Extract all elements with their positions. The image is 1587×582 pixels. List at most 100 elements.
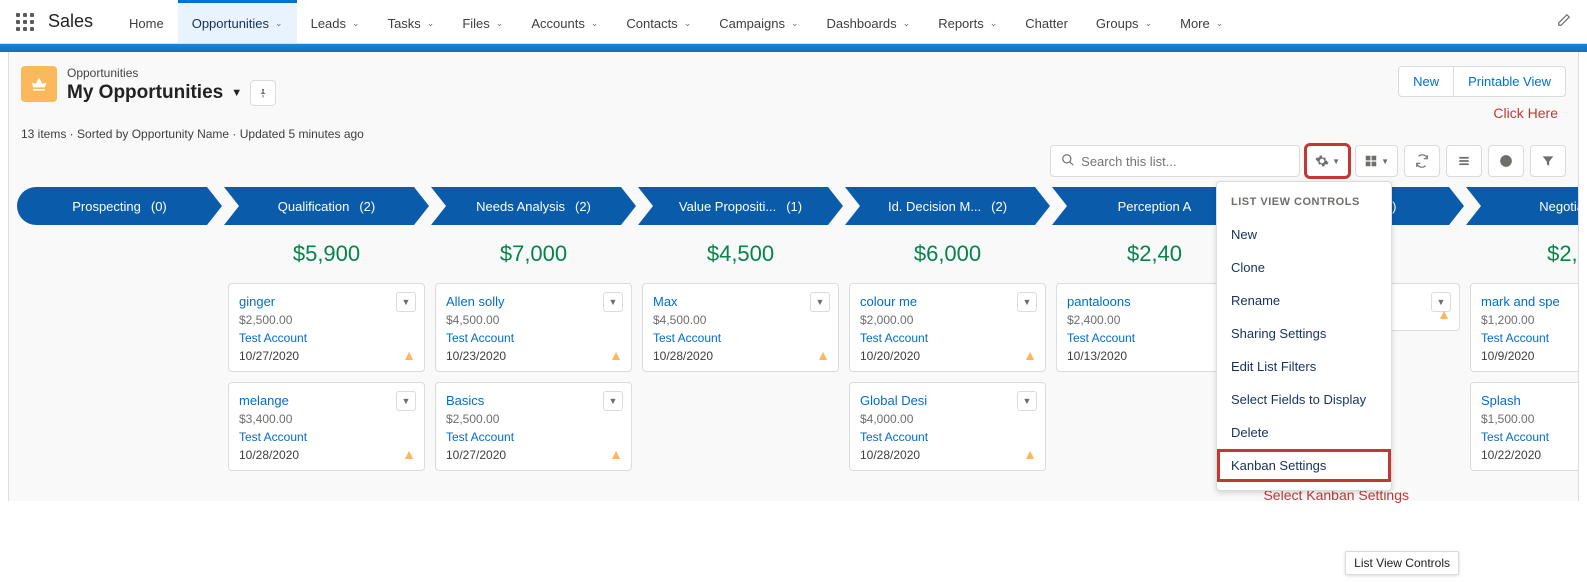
nav-item-files[interactable]: Files⌄ (448, 0, 517, 43)
search-list-input[interactable] (1081, 154, 1289, 169)
nav-item-tasks[interactable]: Tasks⌄ (374, 0, 449, 43)
card-title[interactable]: Basics (446, 393, 621, 408)
list-view-dropdown-icon[interactable]: ▼ (231, 87, 242, 99)
nav-item-opportunities[interactable]: Opportunities⌄ (178, 0, 297, 43)
nav-item-home[interactable]: Home (115, 0, 178, 43)
refresh-icon (1415, 154, 1429, 168)
menu-item-delete[interactable]: Delete (1217, 416, 1391, 449)
card-title[interactable]: Global Desi (860, 393, 1035, 408)
card-account-link[interactable]: Test Account (860, 331, 1035, 345)
card-title[interactable]: Splash (1481, 393, 1579, 408)
tooltip-list-view-controls: List View Controls (1345, 551, 1459, 575)
column-header[interactable]: Needs Analysis(2) (431, 187, 636, 225)
nav-item-leads[interactable]: Leads⌄ (297, 0, 374, 43)
display-as-button[interactable]: ▼ (1355, 145, 1398, 177)
card-amount: $2,500.00 (446, 412, 621, 426)
column-total: $4,500 (638, 225, 843, 283)
card-title[interactable]: melange (239, 393, 414, 408)
card-amount: $4,000.00 (860, 412, 1035, 426)
printable-view-button[interactable]: Printable View (1454, 66, 1566, 97)
nav-item-reports[interactable]: Reports⌄ (924, 0, 1011, 43)
card-account-link[interactable]: Test Account (860, 430, 1035, 444)
menu-item-rename[interactable]: Rename (1217, 284, 1391, 317)
card-title[interactable]: colour me (860, 294, 1035, 309)
card-amount: $2,000.00 (860, 313, 1035, 327)
column-header[interactable]: Prospecting(0) (17, 187, 222, 225)
menu-item-sharing-settings[interactable]: Sharing Settings (1217, 317, 1391, 350)
nav-item-groups[interactable]: Groups⌄ (1082, 0, 1166, 43)
chevron-down-icon: ⌄ (1145, 18, 1153, 29)
card-account-link[interactable]: Test Account (1481, 430, 1579, 444)
new-button[interactable]: New (1398, 66, 1454, 97)
menu-item-select-fields-to-display[interactable]: Select Fields to Display (1217, 383, 1391, 416)
card-date: 10/27/2020 (446, 448, 621, 462)
search-list-input-wrap[interactable] (1050, 145, 1300, 177)
warning-icon: ▲ (609, 446, 623, 462)
menu-item-new[interactable]: New (1217, 218, 1391, 251)
kanban-card[interactable]: ▼Splash$1,500.00Test Account10/22/2020 (1470, 382, 1579, 471)
pin-list-icon[interactable] (250, 80, 276, 106)
list-view-title[interactable]: My Opportunities (67, 82, 223, 104)
nav-item-more[interactable]: More⌄ (1166, 0, 1237, 43)
kanban-card[interactable]: ▼colour me$2,000.00Test Account10/20/202… (849, 283, 1046, 372)
pie-icon (1499, 154, 1513, 168)
kanban-card[interactable]: ▼mark and spe$1,200.00Test Account10/9/2… (1470, 283, 1579, 372)
card-title[interactable]: Allen solly (446, 294, 621, 309)
kanban-column: Prospecting(0) (17, 187, 222, 481)
card-account-link[interactable]: Test Account (239, 430, 414, 444)
card-account-link[interactable]: Test Account (446, 430, 621, 444)
menu-item-kanban-settings[interactable]: Kanban Settings (1217, 449, 1391, 482)
warning-icon: ▲ (1437, 306, 1451, 322)
card-title[interactable]: ginger (239, 294, 414, 309)
kanban-card[interactable]: ▼Global Desi$4,000.00Test Account10/28/2… (849, 382, 1046, 471)
kanban-card[interactable]: ▼Max$4,500.00Test Account10/28/2020▲ (642, 283, 839, 372)
card-amount: $2,500.00 (239, 313, 414, 327)
inline-edit-button[interactable] (1446, 145, 1482, 177)
nav-item-campaigns[interactable]: Campaigns⌄ (705, 0, 812, 43)
kanban-card[interactable]: ▼melange$3,400.00Test Account10/28/2020▲ (228, 382, 425, 471)
column-total: $6,000 (845, 225, 1050, 283)
search-icon (1061, 153, 1075, 170)
kanban-column: Value Propositi...(1)$4,500▼Max$4,500.00… (638, 187, 843, 481)
card-account-link[interactable]: Test Account (653, 331, 828, 345)
chart-button[interactable] (1488, 145, 1524, 177)
app-launcher-icon[interactable] (16, 13, 34, 31)
card-title[interactable]: mark and spe (1481, 294, 1579, 309)
card-menu-icon[interactable]: ▼ (603, 292, 623, 312)
column-header[interactable]: Id. Decision M...(2) (845, 187, 1050, 225)
chevron-down-icon: ⌄ (352, 18, 360, 29)
card-menu-icon[interactable]: ▼ (396, 292, 416, 312)
opportunity-icon (21, 66, 57, 102)
column-total: $5,900 (224, 225, 429, 283)
card-title[interactable]: Max (653, 294, 828, 309)
nav-item-dashboards[interactable]: Dashboards⌄ (813, 0, 925, 43)
menu-item-clone[interactable]: Clone (1217, 251, 1391, 284)
chevron-down-icon: ⌄ (427, 18, 435, 29)
menu-item-edit-list-filters[interactable]: Edit List Filters (1217, 350, 1391, 383)
card-menu-icon[interactable]: ▼ (1017, 391, 1037, 411)
nav-item-accounts[interactable]: Accounts⌄ (517, 0, 612, 43)
edit-nav-icon[interactable] (1557, 13, 1571, 30)
card-account-link[interactable]: Test Account (446, 331, 621, 345)
column-header[interactable]: Negotiatio (1466, 187, 1579, 225)
kanban-card[interactable]: ▼Basics $2,500.00 Test Account 10/27/2020▲ (435, 382, 632, 471)
card-account-link[interactable]: Test Account (1481, 331, 1579, 345)
list-view-controls-button[interactable]: ▼ (1306, 145, 1349, 177)
card-menu-icon[interactable]: ▼ (396, 391, 416, 411)
filter-button[interactable] (1530, 145, 1566, 177)
card-menu-icon[interactable]: ▼ (1017, 292, 1037, 312)
kanban-card[interactable]: ▼ginger$2,500.00Test Account10/27/2020▲ (228, 283, 425, 372)
card-menu-icon[interactable]: ▼ (603, 391, 623, 411)
kanban-column: Qualification(2)$5,900▼ginger$2,500.00Te… (224, 187, 429, 481)
column-header[interactable]: Qualification(2) (224, 187, 429, 225)
kanban-card[interactable]: ▼Allen solly$4,500.00Test Account10/23/2… (435, 283, 632, 372)
nav-item-chatter[interactable]: Chatter (1011, 0, 1082, 43)
list-view-controls-menu: LIST VIEW CONTROLS NewCloneRenameSharing… (1216, 181, 1392, 491)
card-menu-icon[interactable]: ▼ (810, 292, 830, 312)
app-name: Sales (48, 11, 93, 32)
nav-item-contacts[interactable]: Contacts⌄ (612, 0, 705, 43)
refresh-button[interactable] (1404, 145, 1440, 177)
list-meta: 13 items · Sorted by Opportunity Name · … (21, 127, 1566, 141)
column-header[interactable]: Value Propositi...(1) (638, 187, 843, 225)
card-account-link[interactable]: Test Account (239, 331, 414, 345)
